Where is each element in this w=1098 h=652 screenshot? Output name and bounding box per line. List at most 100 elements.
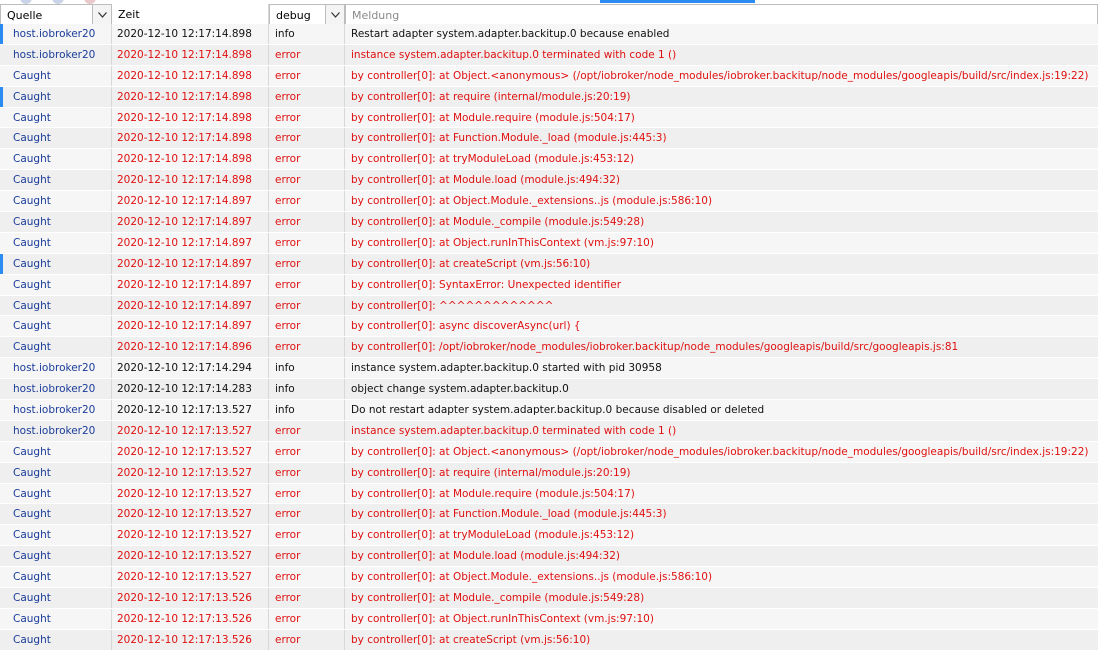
log-table-body[interactable]: host.iobroker20 2020-12-10 12:17:14.898 in… xyxy=(0,24,1098,651)
log-source: Caught xyxy=(0,546,112,567)
log-row[interactable]: Caught 2020-12-10 12:17:14.898 error by con… xyxy=(0,128,1098,150)
log-message: Do not restart adapter system.adapter.ba… xyxy=(351,404,765,417)
severity-filter-select[interactable]: debug xyxy=(269,4,345,26)
log-row[interactable]: host.iobroker20 2020-12-10 12:17:14.898 in… xyxy=(0,24,1098,45)
message-filter-input[interactable]: Meldung xyxy=(345,4,1098,26)
log-message: by controller[0]: ^^^^^^^^^^^^^ xyxy=(351,299,554,312)
log-source: Caught xyxy=(0,504,112,525)
log-row[interactable]: host.iobroker20 2020-12-10 12:17:14.898 er… xyxy=(0,44,1098,66)
log-row[interactable]: host.iobroker20 2020-12-10 12:17:14.283 in… xyxy=(0,379,1098,401)
log-message: by controller[0]: async discoverAsync(ur… xyxy=(351,320,581,333)
log-message: Restart adapter system.adapter.backitup.… xyxy=(351,28,670,40)
log-time: 2020-12-10 12:17:13.527 xyxy=(112,546,269,567)
log-row[interactable]: Caught 2020-12-10 12:17:14.898 error by con… xyxy=(0,86,1098,108)
log-time: 2020-12-10 12:17:13.527 xyxy=(112,400,269,420)
log-row[interactable]: host.iobroker20 2020-12-10 12:17:13.527 in… xyxy=(0,400,1098,421)
log-message: by controller[0]: at Object.<anonymous> … xyxy=(351,69,1089,82)
log-row[interactable]: Caught 2020-12-10 12:17:14.898 error by con… xyxy=(0,170,1098,192)
log-row[interactable]: Caught 2020-12-10 12:17:13.526 error by con… xyxy=(0,608,1098,630)
log-row[interactable]: Caught 2020-12-10 12:17:14.898 error by con… xyxy=(0,107,1098,129)
log-row[interactable]: Caught 2020-12-10 12:17:13.526 error by con… xyxy=(0,629,1098,651)
log-message: by controller[0]: at Object.runInThisCon… xyxy=(351,236,654,249)
log-source: Caught xyxy=(0,149,112,170)
log-row[interactable]: Caught 2020-12-10 12:17:13.527 error by con… xyxy=(0,483,1098,505)
log-message: by controller[0]: at require (internal/m… xyxy=(351,90,631,103)
log-source: Caught xyxy=(0,170,112,191)
log-message: by controller[0]: at Module._compile (mo… xyxy=(351,216,645,229)
log-time: 2020-12-10 12:17:14.897 xyxy=(112,274,269,295)
log-severity: error xyxy=(269,462,345,483)
log-time: 2020-12-10 12:17:14.283 xyxy=(112,379,269,400)
log-source: Caught xyxy=(0,191,112,212)
log-severity: error xyxy=(269,525,345,546)
time-column-header[interactable]: Zeit xyxy=(112,4,269,26)
log-row[interactable]: Caught 2020-12-10 12:17:14.897 error by con… xyxy=(0,295,1098,317)
log-time: 2020-12-10 12:17:14.898 xyxy=(112,128,269,149)
log-severity: info xyxy=(269,379,345,400)
log-severity: info xyxy=(269,358,345,379)
log-severity: error xyxy=(269,170,345,191)
log-severity: error xyxy=(269,337,345,358)
log-message: by controller[0]: SyntaxError: Unexpecte… xyxy=(351,278,622,291)
severity-filter-value: debug xyxy=(276,9,311,22)
log-severity: error xyxy=(269,504,345,525)
log-row[interactable]: Caught 2020-12-10 12:17:13.527 error by con… xyxy=(0,504,1098,526)
log-row[interactable]: Caught 2020-12-10 12:17:13.527 error by con… xyxy=(0,462,1098,484)
log-row[interactable]: Caught 2020-12-10 12:17:13.527 error by con… xyxy=(0,441,1098,463)
log-message: object change system.adapter.backitup.0 xyxy=(351,383,569,396)
log-severity: error xyxy=(269,420,345,441)
log-time: 2020-12-10 12:17:14.897 xyxy=(112,295,269,316)
log-message: by controller[0]: at createScript (vm.js… xyxy=(351,257,591,270)
log-row[interactable]: Caught 2020-12-10 12:17:14.897 error by con… xyxy=(0,212,1098,233)
log-severity: error xyxy=(269,107,345,128)
log-row[interactable]: Caught 2020-12-10 12:17:13.527 error by con… xyxy=(0,525,1098,547)
log-source: Caught xyxy=(0,253,112,274)
log-source: Caught xyxy=(0,316,112,337)
log-row[interactable]: Caught 2020-12-10 12:17:13.526 error by con… xyxy=(0,588,1098,609)
log-severity: error xyxy=(269,316,345,337)
log-severity: error xyxy=(269,253,345,274)
log-source: host.iobroker20 xyxy=(0,44,112,65)
log-time: 2020-12-10 12:17:13.527 xyxy=(112,525,269,546)
log-source: host.iobroker20 xyxy=(0,379,112,400)
log-message: by controller[0]: /opt/iobroker/node_mod… xyxy=(351,341,959,354)
log-row[interactable]: host.iobroker20 2020-12-10 12:17:13.527 er… xyxy=(0,420,1098,442)
chevron-down-icon[interactable] xyxy=(325,5,344,25)
log-source: Caught xyxy=(0,629,112,650)
log-row[interactable]: Caught 2020-12-10 12:17:14.897 error by con… xyxy=(0,316,1098,338)
log-source: Caught xyxy=(0,65,112,86)
log-row[interactable]: Caught 2020-12-10 12:17:14.897 error by con… xyxy=(0,191,1098,213)
chevron-down-icon[interactable] xyxy=(92,5,111,25)
log-severity: error xyxy=(269,86,345,107)
log-source: host.iobroker20 xyxy=(0,400,112,420)
log-row[interactable]: Caught 2020-12-10 12:17:14.897 error by con… xyxy=(0,274,1098,296)
log-source: host.iobroker20 xyxy=(0,358,112,379)
log-severity: error xyxy=(269,546,345,567)
log-row[interactable]: Caught 2020-12-10 12:17:14.898 error by con… xyxy=(0,65,1098,87)
log-severity: error xyxy=(269,483,345,504)
log-row[interactable]: Caught 2020-12-10 12:17:14.896 error by con… xyxy=(0,337,1098,359)
log-severity: error xyxy=(269,629,345,650)
log-row[interactable]: Caught 2020-12-10 12:17:14.897 error by con… xyxy=(0,232,1098,254)
log-time: 2020-12-10 12:17:14.897 xyxy=(112,232,269,253)
log-severity: error xyxy=(269,274,345,295)
log-message: by controller[0]: at Function.Module._lo… xyxy=(351,508,667,521)
log-severity: error xyxy=(269,212,345,232)
log-message: by controller[0]: at tryModuleLoad (modu… xyxy=(351,153,635,166)
log-severity: error xyxy=(269,65,345,86)
log-severity: info xyxy=(269,24,345,44)
log-message: by controller[0]: at Object.Module._exte… xyxy=(351,571,713,584)
log-severity: error xyxy=(269,441,345,462)
log-time: 2020-12-10 12:17:13.527 xyxy=(112,441,269,462)
log-severity: error xyxy=(269,128,345,149)
log-row[interactable]: host.iobroker20 2020-12-10 12:17:14.294 in… xyxy=(0,358,1098,380)
log-source: Caught xyxy=(0,525,112,546)
log-row[interactable]: Caught 2020-12-10 12:17:13.527 error by con… xyxy=(0,567,1098,589)
log-row[interactable]: Caught 2020-12-10 12:17:14.898 error by con… xyxy=(0,149,1098,171)
log-row[interactable]: Caught 2020-12-10 12:17:13.527 error by con… xyxy=(0,546,1098,568)
source-filter-select[interactable]: Quelle xyxy=(0,4,112,26)
log-severity: error xyxy=(269,149,345,170)
log-source: Caught xyxy=(0,232,112,253)
log-message: instance system.adapter.backitup.0 termi… xyxy=(351,48,677,61)
log-row[interactable]: Caught 2020-12-10 12:17:14.897 error by con… xyxy=(0,253,1098,275)
